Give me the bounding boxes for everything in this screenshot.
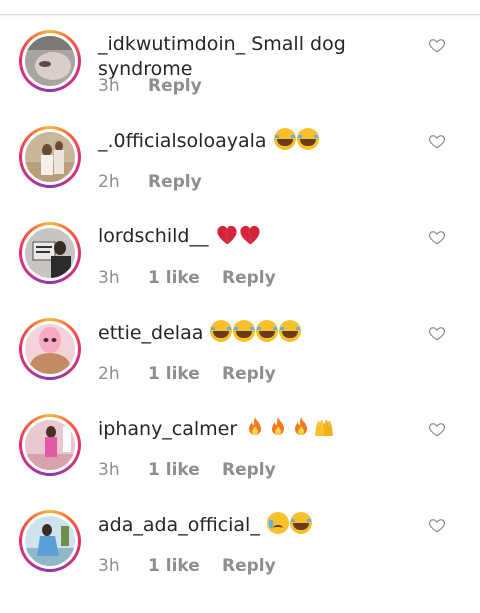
raising-hands-icon [313, 416, 335, 438]
comment-text: lordschild__ [98, 224, 418, 249]
comment-username[interactable]: lordschild__ [98, 225, 208, 247]
avatar[interactable] [19, 222, 81, 284]
fire-icon [267, 416, 289, 438]
like-heart-icon[interactable] [428, 36, 446, 54]
reply-button[interactable]: Reply [148, 76, 202, 96]
comment-time: 3h [98, 556, 120, 576]
reply-button[interactable]: Reply [148, 172, 202, 192]
avatar[interactable] [19, 126, 81, 188]
comment-username[interactable]: _idkwutimdoin_ [98, 33, 245, 55]
like-heart-icon[interactable] [428, 516, 446, 534]
avatar[interactable] [19, 510, 81, 572]
comment-text: _idkwutimdoin_ Small dog syndrome [98, 32, 418, 82]
comment-item: ada_ada_official_ 3h 1 like Reply [0, 495, 480, 591]
reply-button[interactable]: Reply [222, 556, 276, 576]
comment-text: iphany_calmer [98, 416, 418, 442]
fire-icon [244, 416, 266, 438]
comment-item: _.0fficialsoloayala 2h Reply [0, 111, 480, 207]
fire-icon [290, 416, 312, 438]
broken-heart-icon [239, 225, 261, 245]
face-with-tears-of-joy-icon [273, 128, 296, 150]
comment-item: iphany_calmer 3h 1 like Reply [0, 399, 480, 495]
comment-time: 2h [98, 364, 120, 384]
comment-time: 2h [98, 172, 120, 192]
comment-meta: 3h 1 like Reply [98, 268, 276, 288]
like-heart-icon[interactable] [428, 228, 446, 246]
reply-button[interactable]: Reply [222, 364, 276, 384]
avatar[interactable] [19, 414, 81, 476]
comment-item: ettie_delaa 2h 1 like Reply [0, 303, 480, 399]
comment-meta: 3h 1 like Reply [98, 556, 276, 576]
face-with-tears-of-joy-icon [256, 320, 279, 342]
comment-item: _idkwutimdoin_ Small dog syndrome 3h Repl… [0, 15, 480, 111]
like-count[interactable]: 1 like [148, 460, 222, 480]
comment-meta: 2h 1 like Reply [98, 364, 276, 384]
comment-username[interactable]: iphany_calmer [98, 418, 237, 440]
comment-time: 3h [98, 76, 120, 96]
face-with-tears-of-joy-icon [279, 320, 302, 342]
like-heart-icon[interactable] [428, 324, 446, 342]
comment-meta: 3h 1 like Reply [98, 460, 276, 480]
face-with-tears-of-joy-icon [233, 320, 256, 342]
crying-face-icon [266, 512, 289, 534]
comment-list: _idkwutimdoin_ Small dog syndrome 3h Repl… [0, 15, 480, 591]
reply-button[interactable]: Reply [222, 268, 276, 288]
comment-meta: 3h Reply [98, 76, 202, 96]
like-heart-icon[interactable] [428, 420, 446, 438]
like-heart-icon[interactable] [428, 132, 446, 150]
top-bar [0, 0, 480, 15]
comment-time: 3h [98, 268, 120, 288]
comment-time: 3h [98, 460, 120, 480]
comment-text: ettie_delaa [98, 320, 418, 346]
face-with-tears-of-joy-icon [289, 512, 312, 534]
face-with-tears-of-joy-icon [296, 128, 319, 150]
face-with-tears-of-joy-icon [210, 320, 233, 342]
comment-text: ada_ada_official_ [98, 512, 418, 538]
comment-username[interactable]: ada_ada_official_ [98, 514, 260, 536]
broken-heart-icon [216, 225, 238, 245]
avatar[interactable] [19, 30, 81, 92]
comment-username[interactable]: ettie_delaa [98, 322, 203, 344]
like-count[interactable]: 1 like [148, 268, 222, 288]
comment-username[interactable]: _.0fficialsoloayala [98, 130, 267, 152]
reply-button[interactable]: Reply [222, 460, 276, 480]
avatar[interactable] [19, 318, 81, 380]
like-count[interactable]: 1 like [148, 364, 222, 384]
comment-meta: 2h Reply [98, 172, 202, 192]
comment-text: _.0fficialsoloayala [98, 128, 418, 154]
like-count[interactable]: 1 like [148, 556, 222, 576]
comment-item: lordschild__ 3h 1 like Reply [0, 207, 480, 303]
